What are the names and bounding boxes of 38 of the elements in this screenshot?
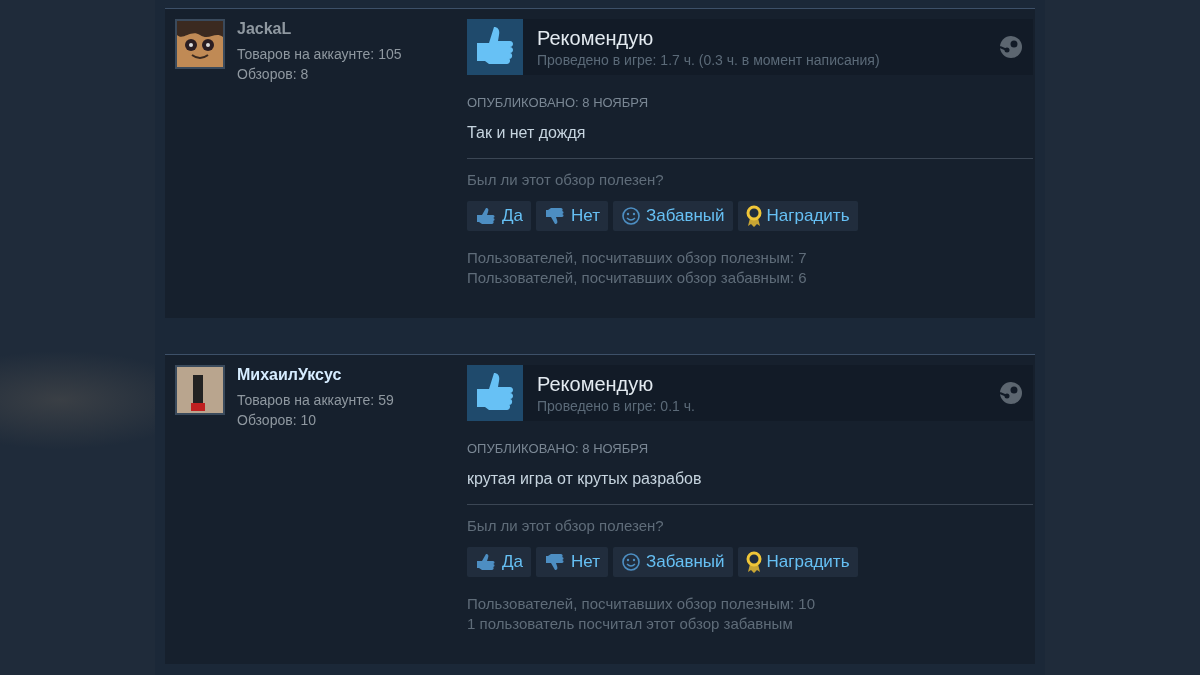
author-name[interactable]: JackaL xyxy=(237,20,402,38)
playtime-text: Проведено в игре: 1.7 ч. (0.3 ч. в момент написания) xyxy=(537,51,881,68)
reviews-count: Обзоров: 10 xyxy=(237,412,317,428)
award-vote-button[interactable]: Наградить xyxy=(737,547,858,577)
funny-vote-button[interactable]: Забавный xyxy=(612,201,733,231)
products-count: Товаров на аккаунте: 59 xyxy=(237,392,394,408)
vote-stat: 1 пользователь посчитал этот обзор забавным xyxy=(467,614,794,634)
award-icon xyxy=(745,551,762,573)
playtime-text: Проведено в игре: 0.1 ч. xyxy=(537,397,696,414)
yes-vote-button[interactable]: Да xyxy=(467,547,531,577)
award-vote-button[interactable]: Наградить xyxy=(737,201,858,231)
no-vote-button[interactable]: Нет xyxy=(535,201,608,231)
smiley-icon xyxy=(620,206,641,226)
helpful-question: Был ли этот обзор полезен? xyxy=(467,517,665,534)
steam-logo-icon xyxy=(999,381,1023,405)
review-text: Так и нет дождя xyxy=(467,124,1033,159)
funny-vote-button[interactable]: Забавный xyxy=(612,547,733,577)
smiley-icon xyxy=(620,552,641,572)
vote-stat: Пользователей, посчитавших обзор полезным: 10 xyxy=(467,594,816,614)
vote-stat: Пользователей, посчитавших обзор полезным: 7 xyxy=(467,248,808,268)
verdict-title: Рекомендую xyxy=(537,26,655,50)
thumbs-down-icon xyxy=(543,207,566,225)
posted-date: ОПУБЛИКОВАНО: 8 НОЯБРЯ xyxy=(467,95,650,110)
steam-logo-icon xyxy=(999,35,1023,59)
award-icon xyxy=(745,205,762,227)
thumbs-up-icon xyxy=(475,553,497,571)
vote-stat: Пользователей, посчитавших обзор забавным: 6 xyxy=(467,268,808,288)
yes-vote-button[interactable]: Да xyxy=(467,201,531,231)
author-name[interactable]: МихаилУксус xyxy=(237,366,394,384)
thumbs-down-icon xyxy=(543,553,566,571)
review-text: крутая игра от крутых разрабов xyxy=(467,470,1033,505)
posted-date: ОПУБЛИКОВАНО: 8 НОЯБРЯ xyxy=(467,441,650,456)
no-vote-button[interactable]: Нет xyxy=(535,547,608,577)
verdict-title: Рекомендую xyxy=(537,372,655,396)
helpful-question: Был ли этот обзор полезен? xyxy=(467,171,665,188)
reviews-count: Обзоров: 8 xyxy=(237,66,310,82)
thumbs-up-icon xyxy=(475,207,497,225)
products-count: Товаров на аккаунте: 105 xyxy=(237,46,402,62)
